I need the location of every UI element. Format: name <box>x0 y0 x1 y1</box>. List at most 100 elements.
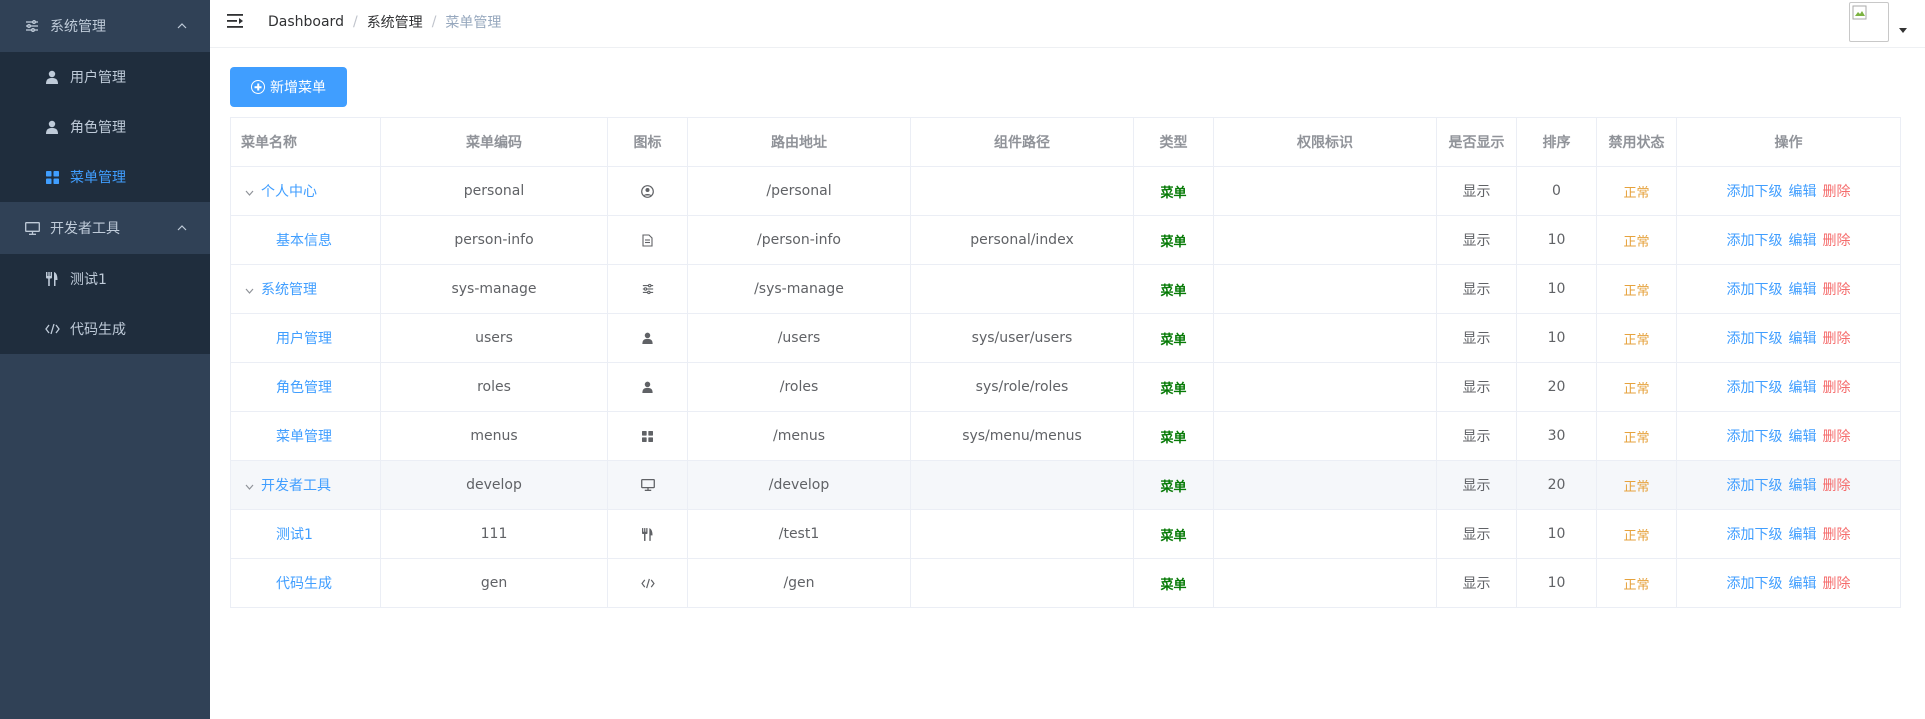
add-child-link[interactable]: 添加下级 <box>1727 184 1783 200</box>
breadcrumb-dashboard[interactable]: Dashboard <box>268 14 344 30</box>
cell-code: menus <box>380 411 608 461</box>
cell-name[interactable]: 测试1 <box>230 509 381 559</box>
cell-type: 菜单 <box>1133 215 1214 265</box>
menu-table: 菜单名称 菜单编码 图标 路由地址 组件路径 类型 权限标识 是否显示 排序 禁… <box>230 117 1901 608</box>
table-row: 测试1 111/test1 菜单 显示 10 正常 添加下级 编辑 删除 <box>230 509 1901 559</box>
edit-link[interactable]: 编辑 <box>1789 429 1817 445</box>
sidebar-item-roles[interactable]: 角色管理 <box>0 102 210 152</box>
delete-link[interactable]: 删除 <box>1823 184 1851 200</box>
table-body: 个人中心 personal/personal 菜单 显示 0 正常 添加下级 编辑 删除 基本信息… <box>230 166 1901 608</box>
header-type: 类型 <box>1133 117 1214 167</box>
cell-code: develop <box>380 460 608 510</box>
cell-icon <box>607 460 688 510</box>
add-child-link[interactable]: 添加下级 <box>1727 576 1783 592</box>
type-tag: 菜单 <box>1160 577 1187 593</box>
cell-status: 正常 <box>1596 362 1677 412</box>
add-child-link[interactable]: 添加下级 <box>1727 282 1783 298</box>
caret-down-icon[interactable] <box>1899 28 1907 33</box>
cell-name[interactable]: 系统管理 <box>230 264 381 314</box>
cell-status: 正常 <box>1596 264 1677 314</box>
cell-component <box>910 558 1134 608</box>
cell-perm <box>1213 558 1437 608</box>
cell-path: /gen <box>687 558 911 608</box>
delete-link[interactable]: 删除 <box>1823 282 1851 298</box>
breadcrumb-system[interactable]: 系统管理 <box>367 12 423 32</box>
edit-link[interactable]: 编辑 <box>1789 282 1817 298</box>
sidebar-item-menus[interactable]: 菜单管理 <box>0 152 210 202</box>
edit-link[interactable]: 编辑 <box>1789 380 1817 396</box>
cell-perm <box>1213 313 1437 363</box>
cell-show: 显示 <box>1436 411 1517 461</box>
sidebar-item-test1[interactable]: 测试1 <box>0 254 210 304</box>
status-badge: 正常 <box>1623 479 1650 495</box>
hamburger-icon[interactable] <box>227 13 245 31</box>
add-child-link[interactable]: 添加下级 <box>1727 478 1783 494</box>
edit-link[interactable]: 编辑 <box>1789 576 1817 592</box>
table-row: 角色管理 roles/roles sys/role/roles 菜单 显示 20 正常 添加下… <box>230 362 1901 412</box>
cell-component <box>910 509 1134 559</box>
chevron-down-icon[interactable] <box>245 282 255 298</box>
delete-link[interactable]: 删除 <box>1823 233 1851 249</box>
cell-name[interactable]: 用户管理 <box>230 313 381 363</box>
cell-icon <box>607 411 688 461</box>
cell-component: sys/role/roles <box>910 362 1134 412</box>
delete-link[interactable]: 删除 <box>1823 478 1851 494</box>
table-row: 代码生成 gen/gen 菜单 显示 10 正常 添加下级 编辑 删除 <box>230 558 1901 608</box>
chevron-down-icon[interactable] <box>245 184 255 200</box>
add-child-link[interactable]: 添加下级 <box>1727 429 1783 445</box>
code-icon <box>44 321 60 337</box>
sidebar-item-gen[interactable]: 代码生成 <box>0 304 210 354</box>
chevron-down-icon[interactable] <box>245 478 255 494</box>
delete-link[interactable]: 删除 <box>1823 527 1851 543</box>
submenu-develop[interactable]: 开发者工具 <box>0 202 210 254</box>
type-tag: 菜单 <box>1160 185 1187 201</box>
cell-name[interactable]: 基本信息 <box>230 215 381 265</box>
edit-link[interactable]: 编辑 <box>1789 184 1817 200</box>
edit-link[interactable]: 编辑 <box>1789 233 1817 249</box>
delete-link[interactable]: 删除 <box>1823 429 1851 445</box>
submenu-system[interactable]: 系统管理 <box>0 0 210 52</box>
monitor-icon <box>24 220 40 236</box>
sidebar-item-users[interactable]: 用户管理 <box>0 52 210 102</box>
add-child-link[interactable]: 添加下级 <box>1727 233 1783 249</box>
edit-link[interactable]: 编辑 <box>1789 331 1817 347</box>
sliders-icon <box>641 282 655 296</box>
cell-type: 菜单 <box>1133 460 1214 510</box>
add-child-link[interactable]: 添加下级 <box>1727 380 1783 396</box>
cell-perm <box>1213 362 1437 412</box>
cell-name[interactable]: 菜单管理 <box>230 411 381 461</box>
add-child-link[interactable]: 添加下级 <box>1727 331 1783 347</box>
cell-icon <box>607 313 688 363</box>
cell-order: 10 <box>1516 313 1597 363</box>
broken-image-icon <box>1852 5 1867 20</box>
delete-link[interactable]: 删除 <box>1823 331 1851 347</box>
add-child-link[interactable]: 添加下级 <box>1727 527 1783 543</box>
cell-code: sys-manage <box>380 264 608 314</box>
table-row: 开发者工具 develop/develop 菜单 显示 20 正常 添加下级 编辑 删除 <box>230 460 1901 510</box>
edit-link[interactable]: 编辑 <box>1789 478 1817 494</box>
cell-type: 菜单 <box>1133 166 1214 216</box>
cell-ops: 添加下级 编辑 删除 <box>1676 362 1901 412</box>
cell-ops: 添加下级 编辑 删除 <box>1676 411 1901 461</box>
cell-name[interactable]: 个人中心 <box>230 166 381 216</box>
menu-name-text: 菜单管理 <box>276 429 332 445</box>
cell-type: 菜单 <box>1133 558 1214 608</box>
menu-name-text: 开发者工具 <box>261 478 331 494</box>
cell-code: personal <box>380 166 608 216</box>
cell-name[interactable]: 代码生成 <box>230 558 381 608</box>
avatar[interactable] <box>1849 2 1889 42</box>
cell-code: users <box>380 313 608 363</box>
add-menu-button[interactable]: 新增菜单 <box>230 67 347 107</box>
cell-name[interactable]: 开发者工具 <box>230 460 381 510</box>
delete-link[interactable]: 删除 <box>1823 576 1851 592</box>
delete-link[interactable]: 删除 <box>1823 380 1851 396</box>
cell-component: personal/index <box>910 215 1134 265</box>
edit-link[interactable]: 编辑 <box>1789 527 1817 543</box>
menu-name-text: 角色管理 <box>276 380 332 396</box>
table-row: 系统管理 sys-manage/sys-manage 菜单 显示 10 正常 添加下级 编辑删… <box>230 264 1901 314</box>
submenu-system-label: 系统管理 <box>50 19 106 35</box>
table-header-row: 菜单名称 菜单编码 图标 路由地址 组件路径 类型 权限标识 是否显示 排序 禁… <box>230 117 1901 167</box>
status-badge: 正常 <box>1623 185 1650 201</box>
cell-name[interactable]: 角色管理 <box>230 362 381 412</box>
menu-name-text: 测试1 <box>276 527 313 543</box>
